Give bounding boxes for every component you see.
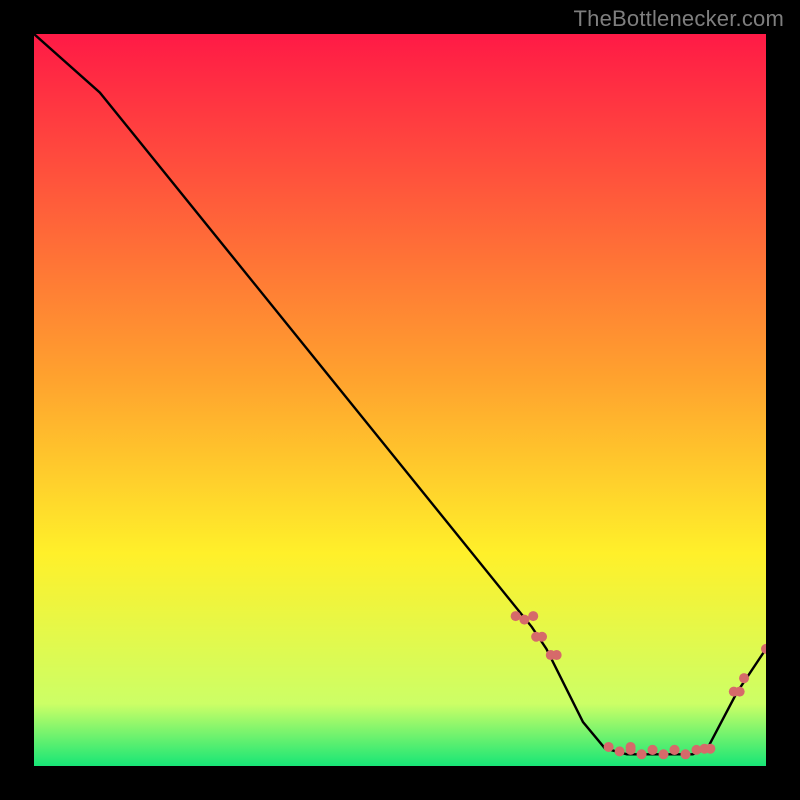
plot-area bbox=[34, 34, 766, 766]
marker-dot bbox=[637, 749, 647, 759]
marker-dot bbox=[511, 611, 521, 621]
marker-dot bbox=[705, 744, 715, 754]
marker-dot bbox=[519, 615, 529, 625]
attribution-label: TheBottlenecker.com bbox=[574, 6, 784, 32]
marker-dot bbox=[528, 611, 538, 621]
marker-dot bbox=[615, 746, 625, 756]
marker-dot bbox=[659, 749, 669, 759]
marker-dot bbox=[680, 749, 690, 759]
marker-dot bbox=[648, 745, 658, 755]
marker-dot bbox=[537, 632, 547, 642]
marker-dot bbox=[670, 745, 680, 755]
gradient-background bbox=[34, 34, 766, 766]
marker-dot bbox=[552, 650, 562, 660]
marker-dot bbox=[739, 673, 749, 683]
chart-stage: TheBottlenecker.com bbox=[0, 0, 800, 800]
marker-dot bbox=[626, 745, 636, 755]
marker-dot bbox=[604, 742, 614, 752]
chart-svg bbox=[34, 34, 766, 766]
marker-dot bbox=[735, 687, 745, 697]
